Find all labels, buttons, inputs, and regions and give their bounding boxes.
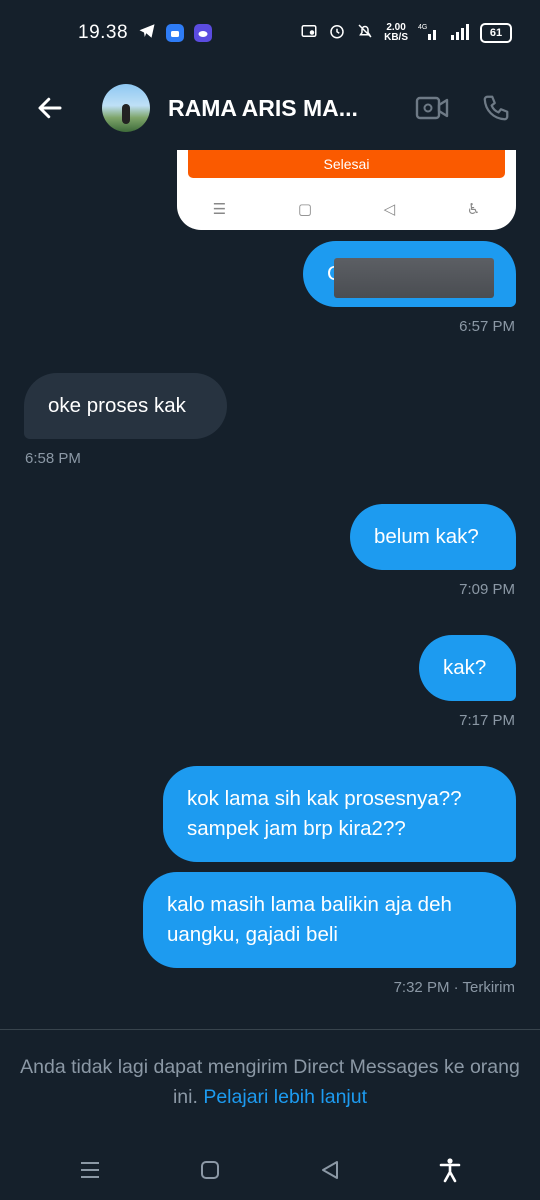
learn-more-link[interactable]: Pelajari lebih lanjut bbox=[203, 1086, 367, 1108]
svg-text:4G: 4G bbox=[418, 24, 427, 31]
mute-icon bbox=[356, 22, 374, 45]
accessibility-button[interactable] bbox=[426, 1146, 474, 1194]
message-timestamp: 7:09 PM bbox=[459, 581, 515, 598]
message-text: oke proses kak bbox=[48, 394, 186, 417]
accessibility-icon bbox=[439, 1158, 461, 1183]
message-bubble-outgoing[interactable]: belum kak? bbox=[350, 504, 516, 570]
message-bubble-outgoing[interactable]: kalo masih lama balikin aja deh uangku, … bbox=[143, 872, 516, 968]
message-text: belum kak? bbox=[374, 525, 479, 548]
preview-finish-button: Selesai bbox=[188, 150, 505, 178]
message-text: kalo masih lama balikin aja deh uangku, … bbox=[167, 893, 452, 946]
message-timestamp: 6:57 PM bbox=[459, 318, 515, 335]
message-timestamp: 7:17 PM bbox=[459, 712, 515, 729]
message-bubble-outgoing[interactable]: kak? bbox=[419, 635, 516, 701]
phone-call-icon bbox=[483, 95, 509, 121]
message-timestamp-sent: 7:32 PM · Terkirim bbox=[393, 979, 515, 996]
menu-icon bbox=[81, 1162, 99, 1178]
video-call-button[interactable] bbox=[414, 90, 450, 126]
phone-call-button[interactable] bbox=[478, 90, 514, 126]
back-arrow-icon bbox=[38, 97, 62, 119]
conversation-header: RAMA ARIS MA... bbox=[0, 66, 540, 150]
message-text: kok lama sih kak prosesnya?? sampek jam … bbox=[187, 787, 462, 840]
avatar[interactable] bbox=[102, 84, 150, 132]
message-text: kak? bbox=[443, 656, 487, 679]
home-button[interactable] bbox=[186, 1146, 234, 1194]
back-button[interactable] bbox=[26, 84, 74, 132]
status-time: 19.38 bbox=[78, 22, 129, 43]
preview-accessibility-icon: ♿ bbox=[466, 201, 481, 218]
status-bar-left: 19.38 bbox=[78, 22, 213, 45]
message-timestamp: 6:58 PM bbox=[25, 450, 81, 467]
network-speed: 2.00 KB/S bbox=[384, 23, 408, 43]
speed-unit: KB/S bbox=[384, 32, 408, 43]
back-nav-button[interactable] bbox=[306, 1146, 354, 1194]
back-triangle-icon bbox=[322, 1161, 338, 1179]
telegram-icon bbox=[138, 22, 156, 45]
conversation-title[interactable]: RAMA ARIS MA... bbox=[168, 95, 388, 122]
weather-app-icon bbox=[194, 24, 213, 42]
status-bar: 19.38 2.00 KB/S 4G 61 bbox=[0, 0, 540, 66]
alarm-icon bbox=[328, 22, 346, 45]
redacted-content bbox=[334, 258, 494, 298]
battery-icon: 61 bbox=[480, 23, 512, 43]
preview-home-icon: ▢ bbox=[297, 201, 312, 218]
system-nav-bar bbox=[0, 1140, 540, 1200]
android-app-icon bbox=[166, 24, 185, 42]
composer-divider bbox=[0, 1029, 540, 1030]
signal-icon: 4G bbox=[418, 22, 440, 45]
header-actions bbox=[414, 90, 514, 126]
message-bubble-incoming[interactable]: oke proses kak bbox=[24, 373, 227, 439]
message-bubble-outgoing[interactable]: kok lama sih kak prosesnya?? sampek jam … bbox=[163, 766, 516, 862]
home-icon bbox=[201, 1161, 219, 1179]
status-bar-right: 2.00 KB/S 4G 61 bbox=[300, 22, 512, 45]
screen-record-icon bbox=[300, 22, 318, 45]
preview-back-icon: ◁ bbox=[383, 201, 396, 218]
preview-nav-bar: ☰ ▢ ◁ ♿ bbox=[177, 196, 516, 222]
preview-menu-icon: ☰ bbox=[212, 201, 227, 218]
recents-button[interactable] bbox=[66, 1146, 114, 1194]
wifi-icon bbox=[450, 22, 470, 45]
shared-image-preview[interactable]: Selesai ☰ ▢ ◁ ♿ bbox=[177, 150, 516, 230]
dm-disabled-notice: Anda tidak lagi dapat mengirim Direct Me… bbox=[20, 1052, 520, 1112]
video-call-icon bbox=[415, 96, 449, 120]
